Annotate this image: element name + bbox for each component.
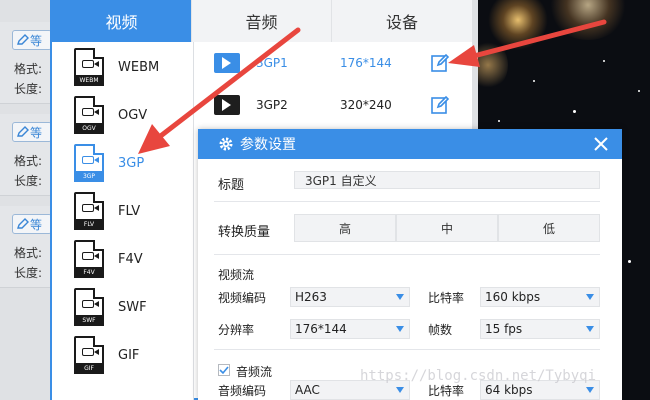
video-file-icon: F4V: [74, 240, 104, 278]
quality-low-button[interactable]: 低: [498, 214, 600, 242]
title-label: 标题: [218, 178, 245, 193]
format-item-f4v[interactable]: F4V F4V: [52, 235, 194, 283]
preset-name: 3GP2: [256, 98, 288, 112]
video-codec-label: 视频编码: [218, 291, 267, 305]
video-file-icon: FLV: [74, 192, 104, 230]
background-format-label: 格式:: [14, 62, 43, 76]
quality-medium-button[interactable]: 中: [396, 214, 498, 242]
gear-icon: [219, 137, 233, 151]
preset-resolution: 320*240: [340, 98, 392, 112]
dropdown-arrow-icon: [396, 387, 404, 393]
video-file-icon: WEBM: [74, 48, 104, 86]
divider: [214, 254, 600, 255]
edit-preset-icon[interactable]: [430, 53, 450, 73]
background-edit-button[interactable]: 等: [12, 30, 52, 50]
quality-high-button[interactable]: 高: [294, 214, 396, 242]
edit-preset-icon[interactable]: [430, 95, 450, 115]
pencil-icon: [17, 218, 29, 229]
video-bitrate-label: 比特率: [428, 291, 465, 305]
background-edit-label: 等: [30, 217, 43, 232]
video-file-icon: SWF: [74, 288, 104, 326]
dialog-title: 参数设置: [240, 137, 296, 153]
dropdown-arrow-icon: [396, 326, 404, 332]
format-name: WEBM: [118, 59, 160, 75]
video-file-icon: 3GP: [74, 144, 104, 182]
tab-video[interactable]: 视频: [52, 0, 192, 42]
divider: [214, 201, 600, 202]
divider: [214, 349, 600, 350]
format-list: WEBM WEBM OGV OGV 3GP 3GP FLV FLV F4V F4…: [52, 42, 194, 400]
format-item-flv[interactable]: FLV FLV: [52, 187, 194, 235]
background-edit-label: 等: [30, 125, 43, 140]
quality-label: 转换质量: [218, 225, 271, 240]
video-file-icon: OGV: [74, 96, 104, 134]
format-name: FLV: [118, 203, 141, 219]
background-format-label: 格式:: [14, 246, 43, 260]
background-format-label: 格式:: [14, 154, 43, 168]
pencil-icon: [17, 126, 29, 137]
video-file-icon: GIF: [74, 336, 104, 374]
tab-device[interactable]: 设备: [332, 0, 472, 42]
video-codec-select[interactable]: H263: [290, 287, 410, 307]
film-icon: [214, 95, 240, 115]
film-icon: [214, 53, 240, 73]
resolution-label: 分辨率: [218, 323, 255, 337]
format-name: GIF: [118, 347, 140, 363]
format-item-3gp[interactable]: 3GP 3GP: [52, 139, 194, 187]
fps-select[interactable]: 15 fps: [480, 319, 600, 339]
video-stream-heading: 视频流: [218, 268, 255, 282]
resolution-select[interactable]: 176*144: [290, 319, 410, 339]
format-name: OGV: [118, 107, 148, 123]
background-edit-button[interactable]: 等: [12, 214, 52, 234]
tab-audio[interactable]: 音频: [192, 0, 332, 42]
background-length-label: 长度:: [14, 82, 43, 96]
background-edit-button[interactable]: 等: [12, 122, 52, 142]
background-length-label: 长度:: [14, 174, 43, 188]
audio-codec-label: 音频编码: [218, 384, 267, 398]
preset-name: 3GP1: [256, 56, 288, 70]
dialog-header: 参数设置: [198, 129, 622, 159]
parameter-settings-dialog: 参数设置 标题 3GP1 自定义 转换质量 高 中 低 视频流 视频编码 H26…: [198, 129, 622, 400]
watermark-text: https://blog.csdn.net/Tybyqi: [360, 368, 597, 384]
format-item-gif[interactable]: GIF GIF: [52, 331, 194, 379]
format-name: F4V: [118, 251, 143, 267]
dropdown-arrow-icon: [396, 294, 404, 300]
format-item-ogv[interactable]: OGV OGV: [52, 91, 194, 139]
preset-resolution: 176*144: [340, 56, 392, 70]
video-bitrate-select[interactable]: 160 kbps: [480, 287, 600, 307]
title-input[interactable]: 3GP1 自定义: [294, 171, 600, 189]
close-icon[interactable]: [592, 135, 610, 153]
background-length-label: 长度:: [14, 266, 43, 280]
checkmark-icon: [219, 366, 229, 375]
dropdown-arrow-icon: [586, 387, 594, 393]
audio-stream-checkbox[interactable]: [218, 364, 230, 376]
preset-row[interactable]: 3GP2 320*240: [198, 84, 472, 126]
format-name: SWF: [118, 299, 147, 315]
background-edit-label: 等: [30, 33, 43, 48]
dropdown-arrow-icon: [586, 326, 594, 332]
format-item-webm[interactable]: WEBM WEBM: [52, 43, 194, 91]
pencil-icon: [17, 34, 29, 45]
fps-label: 帧数: [428, 323, 453, 337]
audio-bitrate-label: 比特率: [428, 384, 465, 398]
preset-row[interactable]: 3GP1 176*144: [198, 42, 472, 84]
audio-stream-heading: 音频流: [236, 365, 273, 379]
format-item-swf[interactable]: SWF SWF: [52, 283, 194, 331]
category-tabs: 视频 音频 设备: [52, 0, 472, 42]
dropdown-arrow-icon: [586, 294, 594, 300]
format-name: 3GP: [118, 155, 145, 171]
